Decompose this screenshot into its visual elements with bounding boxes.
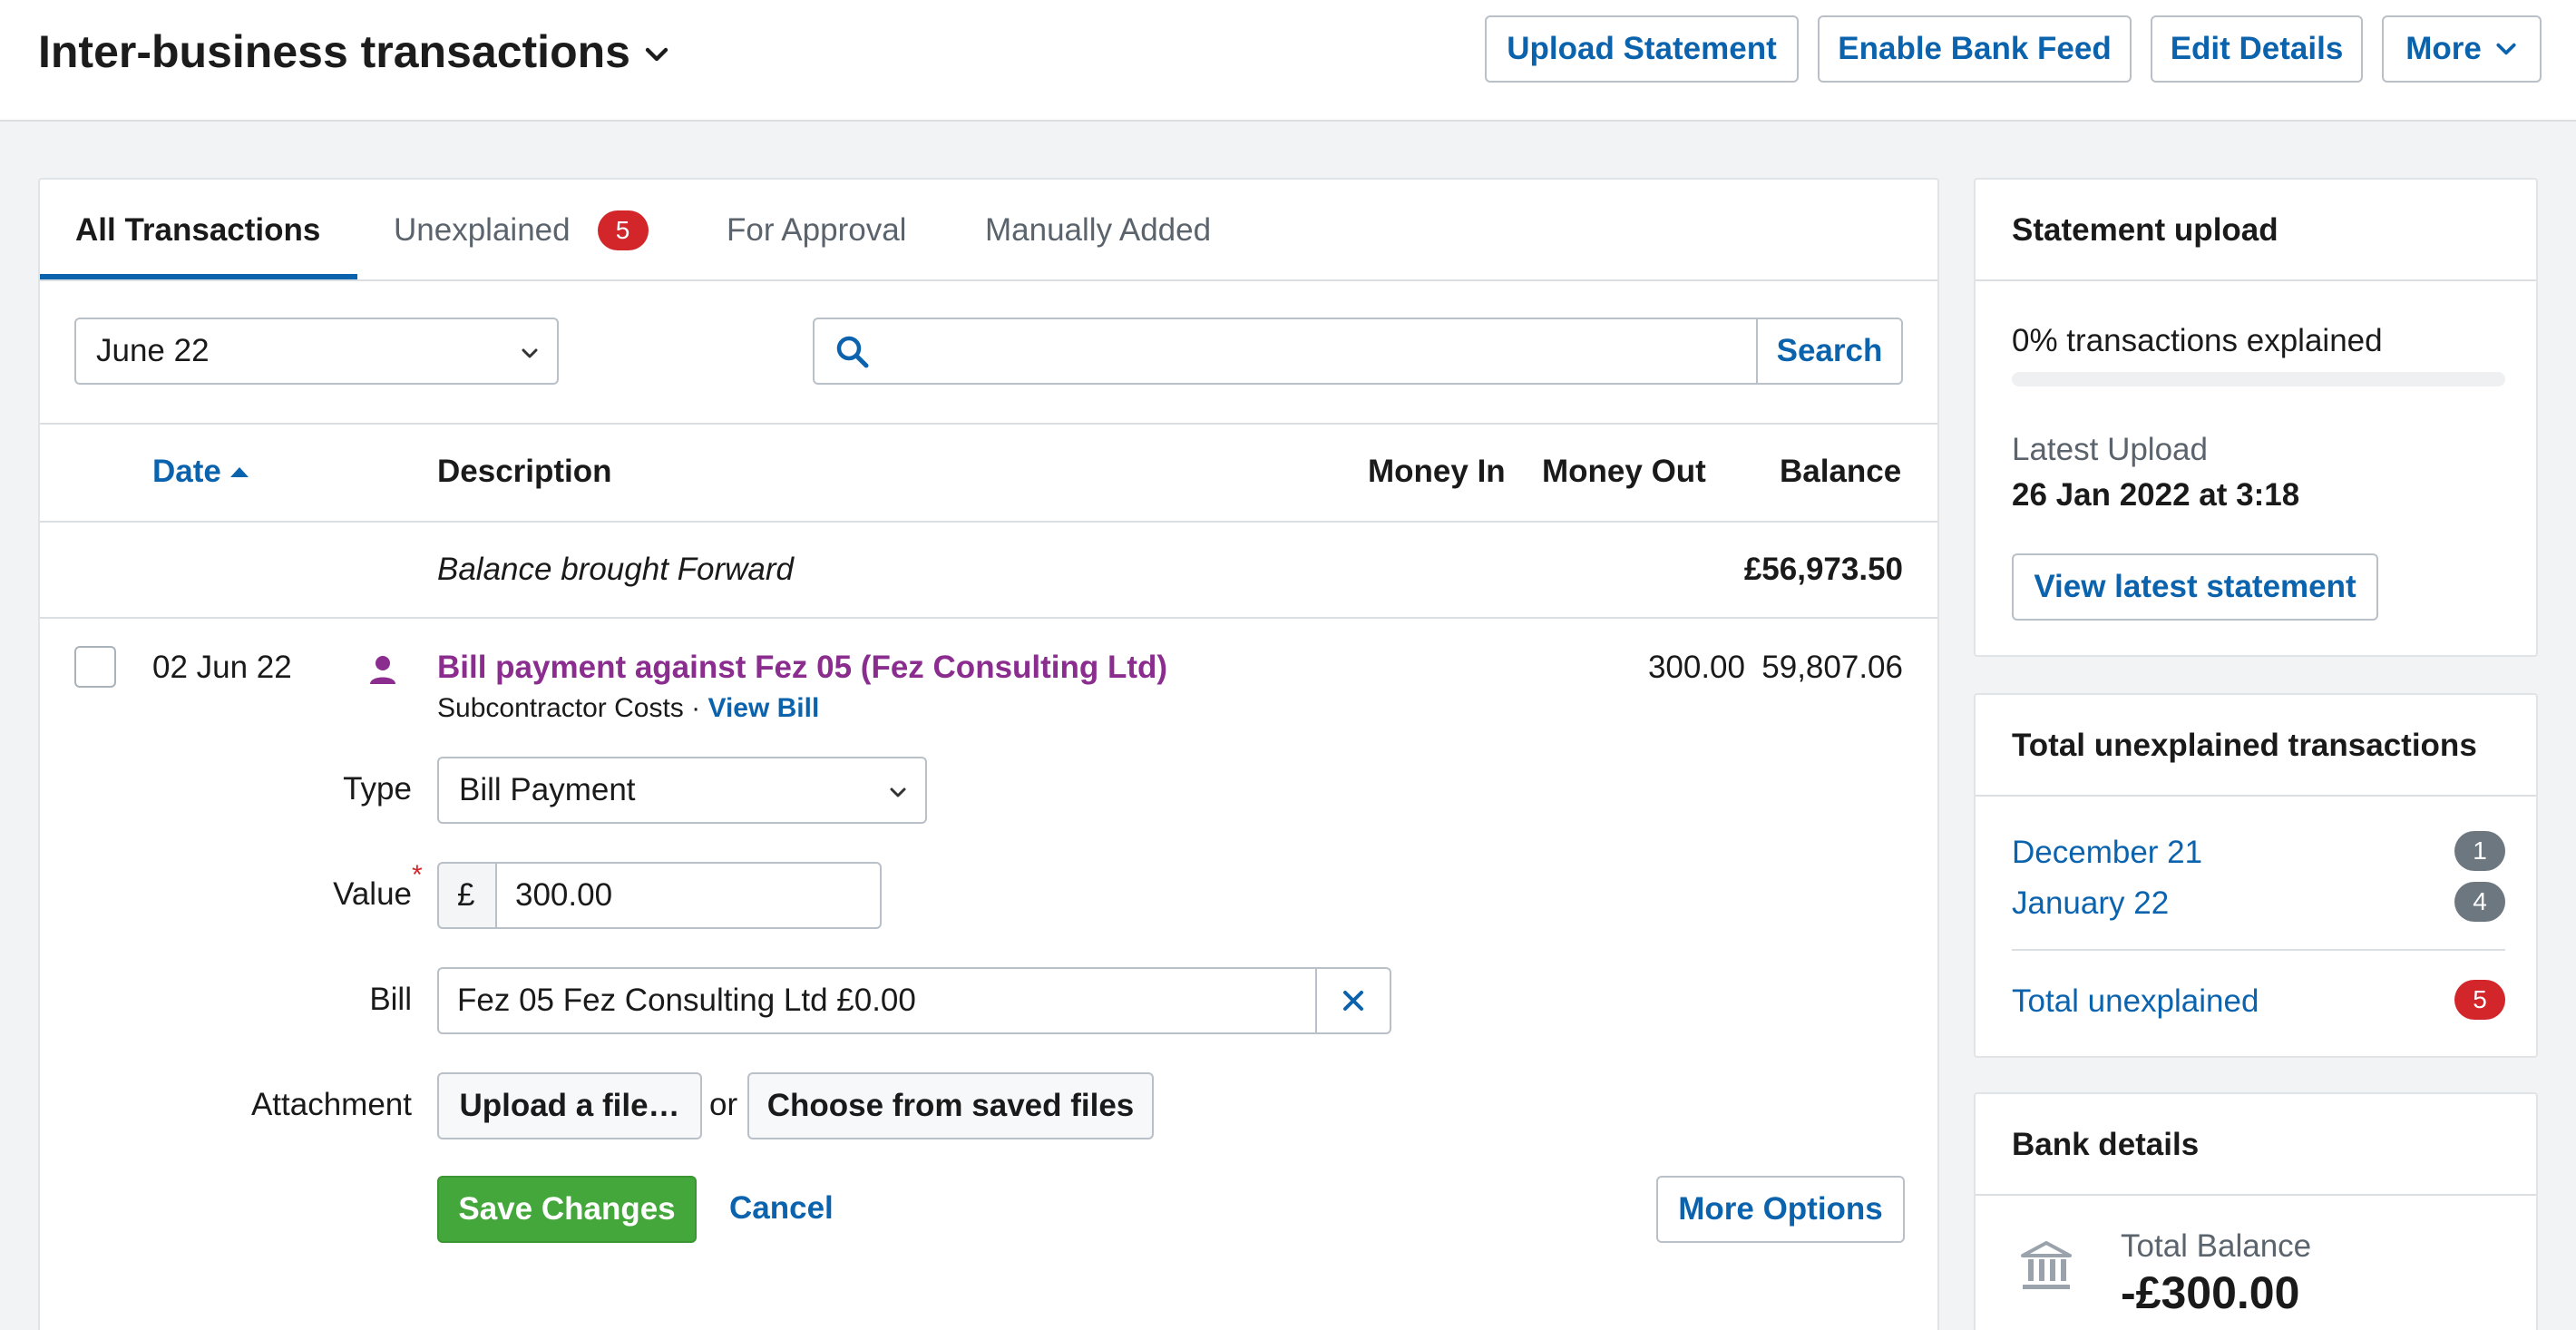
divider bbox=[1976, 795, 2536, 797]
balance-column-header: Balance bbox=[1780, 454, 1902, 489]
description-column-header: Description bbox=[437, 454, 612, 489]
bank-icon bbox=[2021, 1241, 2072, 1289]
view-bill-link[interactable]: View Bill bbox=[707, 693, 819, 723]
transaction-money-out: 300.00 bbox=[1647, 650, 1745, 685]
bank-details-title: Bank details bbox=[2012, 1127, 2200, 1162]
chevron-down-icon bbox=[645, 47, 668, 62]
edit-details-button[interactable]: Edit Details bbox=[2151, 15, 2363, 83]
required-mark: * bbox=[412, 860, 423, 890]
explained-progress-bar bbox=[2012, 372, 2505, 386]
chevron-down-icon bbox=[2496, 43, 2516, 55]
bill-label: Bill bbox=[369, 982, 412, 1017]
divider bbox=[40, 617, 1937, 619]
type-label: Type bbox=[343, 771, 412, 807]
value-label: Value bbox=[333, 876, 412, 912]
unexplained-item-january[interactable]: January 22 bbox=[2012, 885, 2169, 922]
divider bbox=[2012, 949, 2505, 951]
period-select[interactable]: June 22 bbox=[74, 318, 559, 385]
person-icon bbox=[370, 656, 395, 684]
tab-label: Unexplained bbox=[394, 212, 571, 248]
upload-file-button[interactable]: Upload a file… bbox=[437, 1072, 702, 1139]
view-latest-statement-button[interactable]: View latest statement bbox=[2012, 553, 2378, 621]
type-value: Bill Payment bbox=[459, 772, 636, 807]
tab-for-approval[interactable]: For Approval bbox=[727, 180, 906, 281]
type-select[interactable]: Bill Payment bbox=[437, 757, 927, 824]
tab-unexplained[interactable]: Unexplained 5 bbox=[394, 180, 649, 281]
transaction-subline: Subcontractor Costs · View Bill bbox=[437, 693, 819, 724]
upload-statement-button[interactable]: Upload Statement bbox=[1485, 15, 1799, 83]
account-title-dropdown[interactable]: Inter-business transactions bbox=[38, 25, 670, 78]
active-tab-indicator bbox=[40, 274, 357, 279]
cancel-link[interactable]: Cancel bbox=[729, 1190, 834, 1227]
search-input[interactable] bbox=[887, 328, 1740, 374]
january-count-badge: 4 bbox=[2454, 882, 2505, 922]
search-button[interactable]: Search bbox=[1756, 319, 1901, 383]
more-dropdown-button[interactable]: More bbox=[2382, 15, 2542, 83]
or-text: or bbox=[709, 1087, 738, 1122]
total-unexplained-link[interactable]: Total unexplained bbox=[2012, 983, 2259, 1020]
choose-saved-files-button[interactable]: Choose from saved files bbox=[747, 1072, 1154, 1139]
period-value: June 22 bbox=[96, 333, 210, 368]
search-box: Search bbox=[813, 318, 1903, 385]
total-balance-value: -£300.00 bbox=[2121, 1267, 2300, 1318]
transaction-checkbox[interactable] bbox=[74, 646, 116, 688]
money-in-column-header: Money In bbox=[1368, 454, 1506, 489]
attachment-label: Attachment bbox=[250, 1087, 412, 1122]
enable-bank-feed-button[interactable]: Enable Bank Feed bbox=[1818, 15, 2132, 83]
statement-upload-title: Statement upload bbox=[2012, 212, 2278, 248]
unexplained-title: Total unexplained transactions bbox=[2012, 728, 2477, 763]
brought-forward-balance: £56,973.50 bbox=[1743, 552, 1903, 587]
date-header-label: Date bbox=[152, 454, 221, 489]
bill-input[interactable]: Fez 05 Fez Consulting Ltd £0.00 bbox=[437, 967, 1328, 1034]
transaction-date: 02 Jun 22 bbox=[152, 650, 292, 685]
tab-manually-added[interactable]: Manually Added bbox=[985, 180, 1211, 281]
chevron-down-icon bbox=[890, 787, 906, 797]
category-label: Subcontractor Costs bbox=[437, 693, 684, 723]
transaction-tabs: All Transactions Unexplained 5 For Appro… bbox=[40, 180, 1937, 281]
sort-up-icon bbox=[229, 467, 249, 477]
save-changes-button[interactable]: Save Changes bbox=[437, 1176, 697, 1243]
more-label: More bbox=[2405, 31, 2482, 66]
tab-all-transactions[interactable]: All Transactions bbox=[75, 180, 320, 281]
total-unexplained-badge: 5 bbox=[2454, 980, 2505, 1020]
divider bbox=[40, 521, 1937, 523]
transaction-balance: 59,807.06 bbox=[1761, 650, 1903, 685]
top-header: Inter-business transactions Upload State… bbox=[0, 0, 2576, 122]
unexplained-count-badge: 5 bbox=[597, 210, 649, 250]
bank-details-card: Bank details Total Balance -£300.00 bbox=[1974, 1092, 2538, 1330]
money-out-column-header: Money Out bbox=[1542, 454, 1706, 489]
statement-upload-card: Statement upload 0% transactions explain… bbox=[1974, 178, 2538, 657]
total-balance-label: Total Balance bbox=[2121, 1228, 2312, 1264]
transaction-description-link[interactable]: Bill payment against Fez 05 (Fez Consult… bbox=[437, 650, 1167, 686]
divider bbox=[40, 423, 1937, 425]
value-input[interactable]: 300.00 bbox=[495, 862, 882, 929]
divider bbox=[1976, 1194, 2536, 1196]
explained-text: 0% transactions explained bbox=[2012, 323, 2383, 358]
latest-upload-label: Latest Upload bbox=[2012, 432, 2208, 467]
page-title: Inter-business transactions bbox=[38, 26, 630, 77]
latest-upload-value: 26 Jan 2022 at 3:18 bbox=[2012, 477, 2300, 513]
december-count-badge: 1 bbox=[2454, 831, 2505, 871]
brought-forward-label: Balance brought Forward bbox=[437, 552, 794, 587]
unexplained-summary-card: Total unexplained transactions December … bbox=[1974, 693, 2538, 1058]
close-icon bbox=[1343, 991, 1363, 1011]
clear-bill-button[interactable] bbox=[1315, 967, 1391, 1034]
separator: · bbox=[691, 693, 701, 723]
more-options-button[interactable]: More Options bbox=[1656, 1176, 1905, 1243]
chevron-down-icon bbox=[522, 348, 538, 358]
search-icon bbox=[836, 336, 869, 368]
date-column-header[interactable]: Date bbox=[152, 454, 250, 490]
transactions-panel: All Transactions Unexplained 5 For Appro… bbox=[38, 178, 1939, 1330]
divider bbox=[1976, 279, 2536, 281]
unexplained-item-december[interactable]: December 21 bbox=[2012, 835, 2202, 871]
currency-addon: £ bbox=[437, 862, 497, 929]
